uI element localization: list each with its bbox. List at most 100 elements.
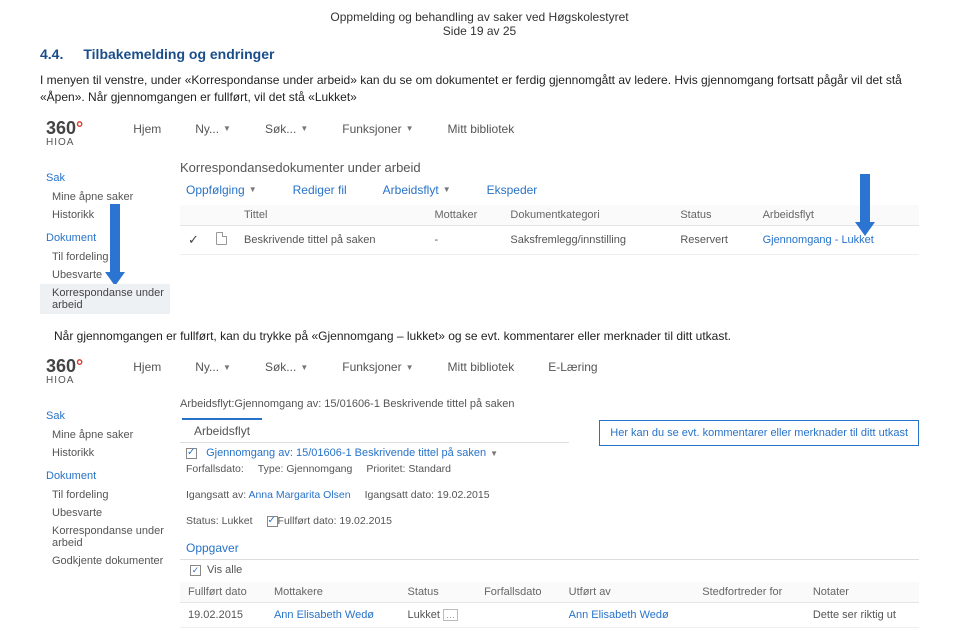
screenshot-1: 360° HIOA Hjem Ny...▼ Søk...▼ Funksjoner… [40, 114, 919, 314]
cell-kategori: Saksfremlegg/innstilling [502, 225, 672, 254]
breadcrumb-2: Arbeidsflyt:Gjennomgang av: 15/01606-1 B… [180, 398, 919, 410]
cell-forfall [476, 603, 561, 628]
col-fullfort-dato: Fullført dato [180, 582, 266, 603]
sidebar-item-ubesvarte-2[interactable]: Ubesvarte [40, 504, 170, 522]
sidebar-item-korrespondanse-2[interactable]: Korrespondanse under arbeid [40, 522, 170, 552]
col-status-2: Status [400, 582, 477, 603]
menu-bibliotek-2[interactable]: Mitt bibliotek [448, 360, 515, 374]
toolbar-rediger[interactable]: Rediger fil [293, 183, 347, 197]
check-icon: ✓ [188, 232, 199, 247]
sidebar-item-godkjente[interactable]: Godkjente dokumenter [40, 552, 170, 570]
sidebar-item-ubesvarte[interactable]: Ubesvarte [40, 266, 170, 284]
checkbox-icon[interactable] [186, 448, 197, 459]
sidebar-item-korrespondanse[interactable]: Korrespondanse under arbeid [40, 284, 170, 314]
sidebar-head-dokument-2: Dokument [46, 470, 170, 482]
menu-bibliotek[interactable]: Mitt bibliotek [448, 122, 515, 136]
sidebar-head-sak: Sak [46, 172, 170, 184]
sidebar-item-mine-saker-2[interactable]: Mine åpne saker [40, 426, 170, 444]
checkbox-icon [267, 516, 278, 527]
col-tittel: Tittel [236, 205, 426, 226]
toolbar: Oppfølging▼ Rediger fil Arbeidsflyt▼ Eks… [186, 183, 919, 197]
section-title: Tilbakemelding og endringer [83, 46, 274, 62]
content-area-2: Arbeidsflyt Gjennomgang av: 15/01606-1 B… [180, 418, 919, 628]
chevron-down-icon: ▼ [300, 124, 308, 133]
menu-elaering[interactable]: E-Læring [548, 360, 597, 374]
app-logo: 360° HIOA [46, 118, 83, 148]
table-header-row: Fullført dato Mottakere Status Forfallsd… [180, 582, 919, 603]
app-bar-2: 360° HIOA Hjem Ny...▼ Søk...▼ Funksjoner… [40, 352, 919, 392]
cell-notat: Dette ser riktig ut [805, 603, 919, 628]
documents-table: Tittel Mottaker Dokumentkategori Status … [180, 205, 919, 255]
menu-funksjoner[interactable]: Funksjoner▼ [342, 122, 413, 136]
cell-status-2: Lukket … [400, 603, 477, 628]
table-header-row: Tittel Mottaker Dokumentkategori Status … [180, 205, 919, 226]
col-sted: Stedfortreder for [694, 582, 805, 603]
section-number: 4.4. [40, 46, 63, 62]
logo-dot-icon: ° [76, 356, 83, 376]
section-heading: 4.4. Tilbakemelding og endringer [40, 46, 919, 62]
chevron-down-icon: ▼ [249, 185, 257, 194]
col-kategori: Dokumentkategori [502, 205, 672, 226]
menu-ny[interactable]: Ny...▼ [195, 122, 231, 136]
col-notater: Notater [805, 582, 919, 603]
checkbox-icon: ✓ [190, 565, 201, 576]
toolbar-oppfolging[interactable]: Oppfølging▼ [186, 183, 257, 197]
menu-sok[interactable]: Søk...▼ [265, 122, 308, 136]
logo-dot-icon: ° [76, 118, 83, 138]
chevron-down-icon: ▼ [223, 363, 231, 372]
paragraph-2: Når gjennomgangen er fullført, kan du tr… [54, 328, 919, 345]
menu-ny-2[interactable]: Ny...▼ [195, 360, 231, 374]
menu-sok-2[interactable]: Søk...▼ [265, 360, 308, 374]
menu-hjem[interactable]: Hjem [133, 122, 161, 136]
sidebar-2: Sak Mine åpne saker Historikk Dokument T… [40, 402, 170, 570]
menu-hjem-2[interactable]: Hjem [133, 360, 161, 374]
sidebar-item-fordeling-2[interactable]: Til fordeling [40, 486, 170, 504]
cell-status: Reservert [672, 225, 754, 254]
workflow-meta: Forfallsdato: Type: Gjennomgang Priorite… [186, 463, 569, 527]
col-mottaker: Mottaker [426, 205, 502, 226]
logo-brand: 360° [46, 118, 83, 139]
chevron-down-icon: ▼ [406, 124, 414, 133]
toolbar-ekspeder[interactable]: Ekspeder [487, 183, 538, 197]
sidebar-item-historikk-2[interactable]: Historikk [40, 444, 170, 462]
screenshot-2: 360° HIOA Hjem Ny...▼ Søk...▼ Funksjoner… [40, 352, 919, 572]
logo-brand-2: 360° [46, 356, 83, 377]
sidebar-item-historikk[interactable]: Historikk [40, 206, 170, 224]
doc-header: Oppmelding og behandling av saker ved Hø… [40, 10, 919, 38]
col-forfall: Forfallsdato [476, 582, 561, 603]
logo-sub-2: HIOA [46, 375, 74, 386]
document-icon [216, 232, 227, 245]
app-bar: 360° HIOA Hjem Ny...▼ Søk...▼ Funksjoner… [40, 114, 919, 154]
annotation-arrow-right [860, 174, 870, 224]
tasks-table: Fullført dato Mottakere Status Forfallsd… [180, 582, 919, 628]
cell-flyt[interactable]: Gjennomgang - Lukket [755, 225, 919, 254]
doc-title: Oppmelding og behandling av saker ved Hø… [40, 10, 919, 24]
toolbar-arbeidsflyt[interactable]: Arbeidsflyt▼ [383, 183, 451, 197]
sidebar-head-dokument: Dokument [46, 232, 170, 244]
sidebar-item-mine-saker[interactable]: Mine åpne saker [40, 188, 170, 206]
sidebar: Sak Mine åpne saker Historikk Dokument T… [40, 164, 170, 314]
tab-arbeidsflyt[interactable]: Arbeidsflyt [182, 418, 262, 442]
vis-alle-checkbox[interactable]: ✓ Vis alle [190, 564, 919, 576]
app-main-menu-2: Hjem Ny...▼ Søk...▼ Funksjoner▼ Mitt bib… [133, 360, 597, 374]
chevron-down-icon: ▼ [300, 363, 308, 372]
sidebar-item-fordeling[interactable]: Til fordeling [40, 248, 170, 266]
cell-utfort: Ann Elisabeth Wedø [561, 603, 695, 628]
col-status: Status [672, 205, 754, 226]
chevron-down-icon: ▼ [490, 449, 498, 458]
doc-page-line: Side 19 av 25 [40, 24, 919, 38]
menu-funksjoner-2[interactable]: Funksjoner▼ [342, 360, 413, 374]
oppgaver-heading: Oppgaver [186, 541, 919, 555]
cell-tittel: Beskrivende tittel på saken [236, 225, 426, 254]
breadcrumb: Korrespondansedokumenter under arbeid [180, 160, 919, 175]
workflow-link[interactable]: Gjennomgang av: 15/01606-1 Beskrivende t… [206, 447, 486, 459]
content-area: Oppfølging▼ Rediger fil Arbeidsflyt▼ Eks… [180, 183, 919, 255]
table-row[interactable]: 19.02.2015 Ann Elisabeth Wedø Lukket … A… [180, 603, 919, 628]
ellipsis-icon[interactable]: … [443, 609, 458, 621]
chevron-down-icon: ▼ [406, 363, 414, 372]
app-main-menu: Hjem Ny...▼ Søk...▼ Funksjoner▼ Mitt bib… [133, 122, 514, 136]
sidebar-head-sak-2: Sak [46, 410, 170, 422]
annotation-callout: Her kan du se evt. kommentarer eller mer… [599, 420, 919, 446]
table-row[interactable]: ✓ Beskrivende tittel på saken - Saksfrem… [180, 225, 919, 254]
col-utfort: Utført av [561, 582, 695, 603]
